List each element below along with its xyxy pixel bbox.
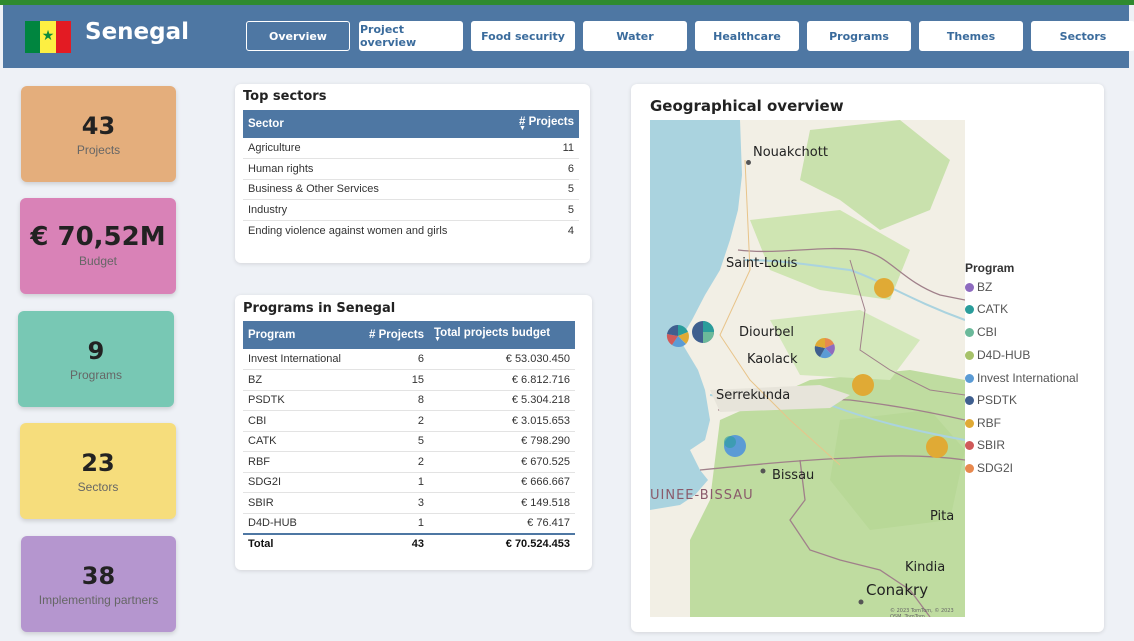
table-row[interactable]: Human rights 6 xyxy=(243,158,579,180)
nav-food-security[interactable]: Food security xyxy=(471,21,575,51)
table-row[interactable]: Business & Other Services 5 xyxy=(243,179,579,200)
kpi-programs-label: Programs xyxy=(69,368,122,382)
marker-catk[interactable] xyxy=(724,436,736,448)
table-row[interactable]: RBF 2 € 670.525 xyxy=(243,451,575,473)
top-sectors-title: Top sectors xyxy=(243,89,327,104)
kpi-projects-value: 43 xyxy=(81,112,116,140)
pie-marker-dakar[interactable] xyxy=(666,324,689,348)
kpi-sectors-value: 23 xyxy=(81,449,115,477)
table-row[interactable]: BZ 15 € 6.812.716 xyxy=(243,369,575,391)
legend-dot xyxy=(965,463,974,473)
kpi-projects-card: 43 Projects xyxy=(21,86,176,182)
nav-project-overview[interactable]: Project overview xyxy=(359,21,463,51)
kpi-sectors-card: 23 Sectors xyxy=(20,423,176,519)
programs-table: Program # Projects Total projects budget… xyxy=(243,321,575,554)
table-row[interactable]: Agriculture 11 xyxy=(243,138,579,159)
nav-overview[interactable]: Overview xyxy=(246,21,350,51)
pie-marker-central[interactable] xyxy=(814,337,835,359)
city-dot xyxy=(760,468,766,474)
marker-rbf-east[interactable] xyxy=(926,436,948,458)
table-row[interactable]: SDG2I 1 € 666.667 xyxy=(243,472,575,493)
city-dot xyxy=(858,599,864,605)
legend-dot xyxy=(965,327,974,337)
column-header-program[interactable]: Program xyxy=(243,321,361,349)
total-row: Total 43 € 70.524.453 xyxy=(243,532,575,554)
programs-panel: Programs in Senegal Program # Projects T… xyxy=(235,295,592,570)
kpi-programs-card: 9 Programs xyxy=(18,311,174,407)
column-header-budget[interactable]: Total projects budget ▼ xyxy=(429,321,575,349)
legend-item-cbi[interactable]: CBI xyxy=(965,325,997,339)
senegal-flag-icon: ★ xyxy=(25,21,71,53)
kpi-budget-label: Budget xyxy=(78,254,118,268)
kpi-partners-value: 38 xyxy=(81,562,116,590)
pie-marker-thies[interactable] xyxy=(692,321,714,343)
legend-item-sdg2i[interactable]: SDG2I xyxy=(965,461,1013,475)
kpi-sectors-label: Sectors xyxy=(77,480,119,494)
marker-rbf-central[interactable] xyxy=(852,374,874,396)
column-header-projects[interactable]: # Projects xyxy=(361,321,429,349)
legend-dot xyxy=(965,440,974,450)
kpi-budget-card: € 70,52M Budget xyxy=(20,198,176,294)
table-row[interactable]: Industry 5 xyxy=(243,199,579,221)
kpi-projects-label: Projects xyxy=(76,143,121,157)
legend-item-invest-international[interactable]: Invest International xyxy=(965,371,1078,385)
top-sectors-panel: Top sectors Sector # Projects ▼ Agricult… xyxy=(235,84,590,263)
map-view[interactable]: Nouakchott Saint-Louis Diourbel Kaolack … xyxy=(650,120,965,617)
top-sectors-table: Sector # Projects ▼ Agriculture 11 Human … xyxy=(243,110,579,241)
geo-title: Geographical overview xyxy=(650,97,844,115)
legend-title: Program xyxy=(965,261,1015,275)
map-markers xyxy=(666,278,948,605)
table-row[interactable]: CATK 5 € 798.290 xyxy=(243,431,575,452)
legend-item-rbf[interactable]: RBF xyxy=(965,416,1001,430)
legend-item-catk[interactable]: CATK xyxy=(965,302,1008,316)
nav-programs[interactable]: Programs xyxy=(807,21,911,51)
nav-healthcare[interactable]: Healthcare xyxy=(695,21,799,51)
kpi-programs-value: 9 xyxy=(87,337,105,365)
programs-title: Programs in Senegal xyxy=(243,301,396,316)
nav-water[interactable]: Water xyxy=(583,21,687,51)
legend-item-sbir[interactable]: SBIR xyxy=(965,438,1005,452)
table-row[interactable]: Invest International 6 € 53.030.450 xyxy=(243,349,575,370)
column-header-projects[interactable]: # Projects ▼ xyxy=(509,110,579,138)
table-row[interactable]: Ending violence against women and girls 4 xyxy=(243,220,579,241)
legend-dot xyxy=(965,304,974,314)
table-row[interactable]: D4D-HUB 1 € 76.417 xyxy=(243,513,575,534)
country-title: Senegal xyxy=(85,19,190,45)
nav-themes[interactable]: Themes xyxy=(919,21,1023,51)
legend-dot xyxy=(965,350,974,360)
table-row[interactable]: SBIR 3 € 149.518 xyxy=(243,492,575,514)
nav-sectors[interactable]: Sectors xyxy=(1031,21,1134,51)
legend-dot xyxy=(965,418,974,428)
table-row[interactable]: PSDTK 8 € 5.304.218 xyxy=(243,390,575,411)
kpi-budget-value: € 70,52M xyxy=(30,222,166,252)
legend-dot xyxy=(965,373,974,383)
legend-dot xyxy=(965,282,974,292)
kpi-partners-label: Implementing partners xyxy=(38,593,159,607)
kpi-partners-card: 38 Implementing partners xyxy=(21,536,176,632)
column-header-sector[interactable]: Sector xyxy=(243,110,509,138)
legend-item-bz[interactable]: BZ xyxy=(965,280,992,294)
header-bar: ★ Senegal Overview Project overview Food… xyxy=(3,5,1134,68)
legend-item-psdtk[interactable]: PSDTK xyxy=(965,393,1017,407)
marker-rbf-north[interactable] xyxy=(874,278,894,298)
table-row[interactable]: CBI 2 € 3.015.653 xyxy=(243,410,575,432)
legend-item-d4d-hub[interactable]: D4D-HUB xyxy=(965,348,1030,362)
legend-dot xyxy=(965,395,974,405)
